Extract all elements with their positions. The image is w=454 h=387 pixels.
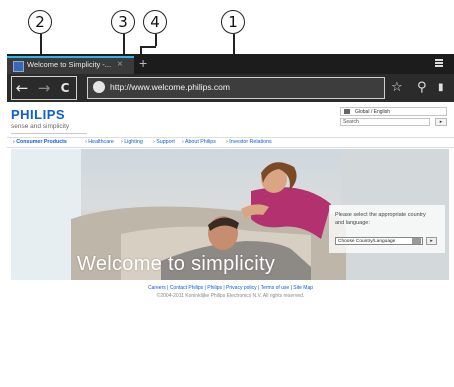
country-go-button[interactable]: ▸: [426, 237, 437, 245]
footer-links[interactable]: Careers | Contact Philips | Philips | Pr…: [7, 285, 454, 291]
flag-icon: [344, 109, 350, 114]
url-text[interactable]: http://www.welcome.philips.com: [110, 82, 230, 92]
overflow-menu-icon[interactable]: [435, 59, 443, 68]
bookmark-star-icon[interactable]: ☆: [391, 78, 403, 98]
country-selector-panel: Please select the appropriate country an…: [329, 205, 445, 253]
callout-4-leader: [155, 34, 157, 46]
callout-3: 3: [111, 10, 135, 34]
nav-healthcare[interactable]: › Healthcare: [85, 139, 114, 145]
hero-banner[interactable]: Welcome to simplicity Please select the …: [11, 149, 449, 280]
philips-logo[interactable]: PHILIPS: [11, 107, 65, 122]
search-go-button[interactable]: ▸: [435, 118, 447, 126]
country-select-value: Choose Country/Language: [338, 239, 396, 244]
forward-icon[interactable]: →: [35, 78, 53, 98]
bookmarks-icon[interactable]: ▮: [438, 78, 444, 98]
callout-4-leader-h: [140, 46, 156, 48]
tab-title: Welcome to Simplicity -...: [27, 60, 112, 69]
browser-window: Welcome to Simplicity -... × + ← → C htt…: [7, 54, 454, 387]
hero-title: Welcome to simplicity: [77, 253, 276, 275]
tab-welcome[interactable]: Welcome to Simplicity -... ×: [7, 56, 134, 74]
nav-consumer-products[interactable]: › Consumer Products: [13, 139, 67, 145]
back-icon[interactable]: ←: [13, 78, 31, 98]
tagline: sense and simplicity: [11, 123, 70, 130]
country-prompt: Please select the appropriate country an…: [335, 212, 426, 226]
web-page: PHILIPS sense and simplicity Global / En…: [7, 102, 454, 387]
callout-4: 4: [143, 10, 167, 34]
region-selector[interactable]: Global / English: [340, 107, 447, 116]
philips-favicon-icon: [13, 61, 24, 72]
site-nav: › Consumer Products › Healthcare › Light…: [7, 137, 454, 148]
globe-icon: [93, 81, 105, 93]
country-language-select[interactable]: Choose Country/Language: [335, 237, 423, 245]
search-icon[interactable]: ⚲: [417, 78, 427, 98]
refresh-icon[interactable]: C: [56, 78, 74, 98]
browser-toolbar: ← → C http://www.welcome.philips.com ☆ ⚲…: [7, 74, 454, 102]
callout-2: 2: [28, 10, 52, 34]
new-tab-icon[interactable]: +: [139, 54, 147, 72]
nav-about-philips[interactable]: › About Philips: [182, 139, 216, 145]
logo-divider: [11, 133, 87, 134]
copyright: ©2004-2011 Koninklijke Philips Electroni…: [156, 293, 305, 299]
nav-lighting[interactable]: › Lighting: [121, 139, 143, 145]
tab-bar: Welcome to Simplicity -... × +: [7, 54, 454, 74]
nav-investor-relations[interactable]: › Investor Relations: [226, 139, 272, 145]
url-bar[interactable]: http://www.welcome.philips.com: [87, 77, 385, 99]
site-search-input[interactable]: Search: [340, 118, 430, 126]
nav-support[interactable]: › Support: [153, 139, 175, 145]
callout-1: 1: [221, 10, 245, 34]
close-tab-icon[interactable]: ×: [117, 58, 123, 72]
region-label: Global / English: [355, 109, 391, 115]
chevron-down-icon: [412, 238, 421, 244]
